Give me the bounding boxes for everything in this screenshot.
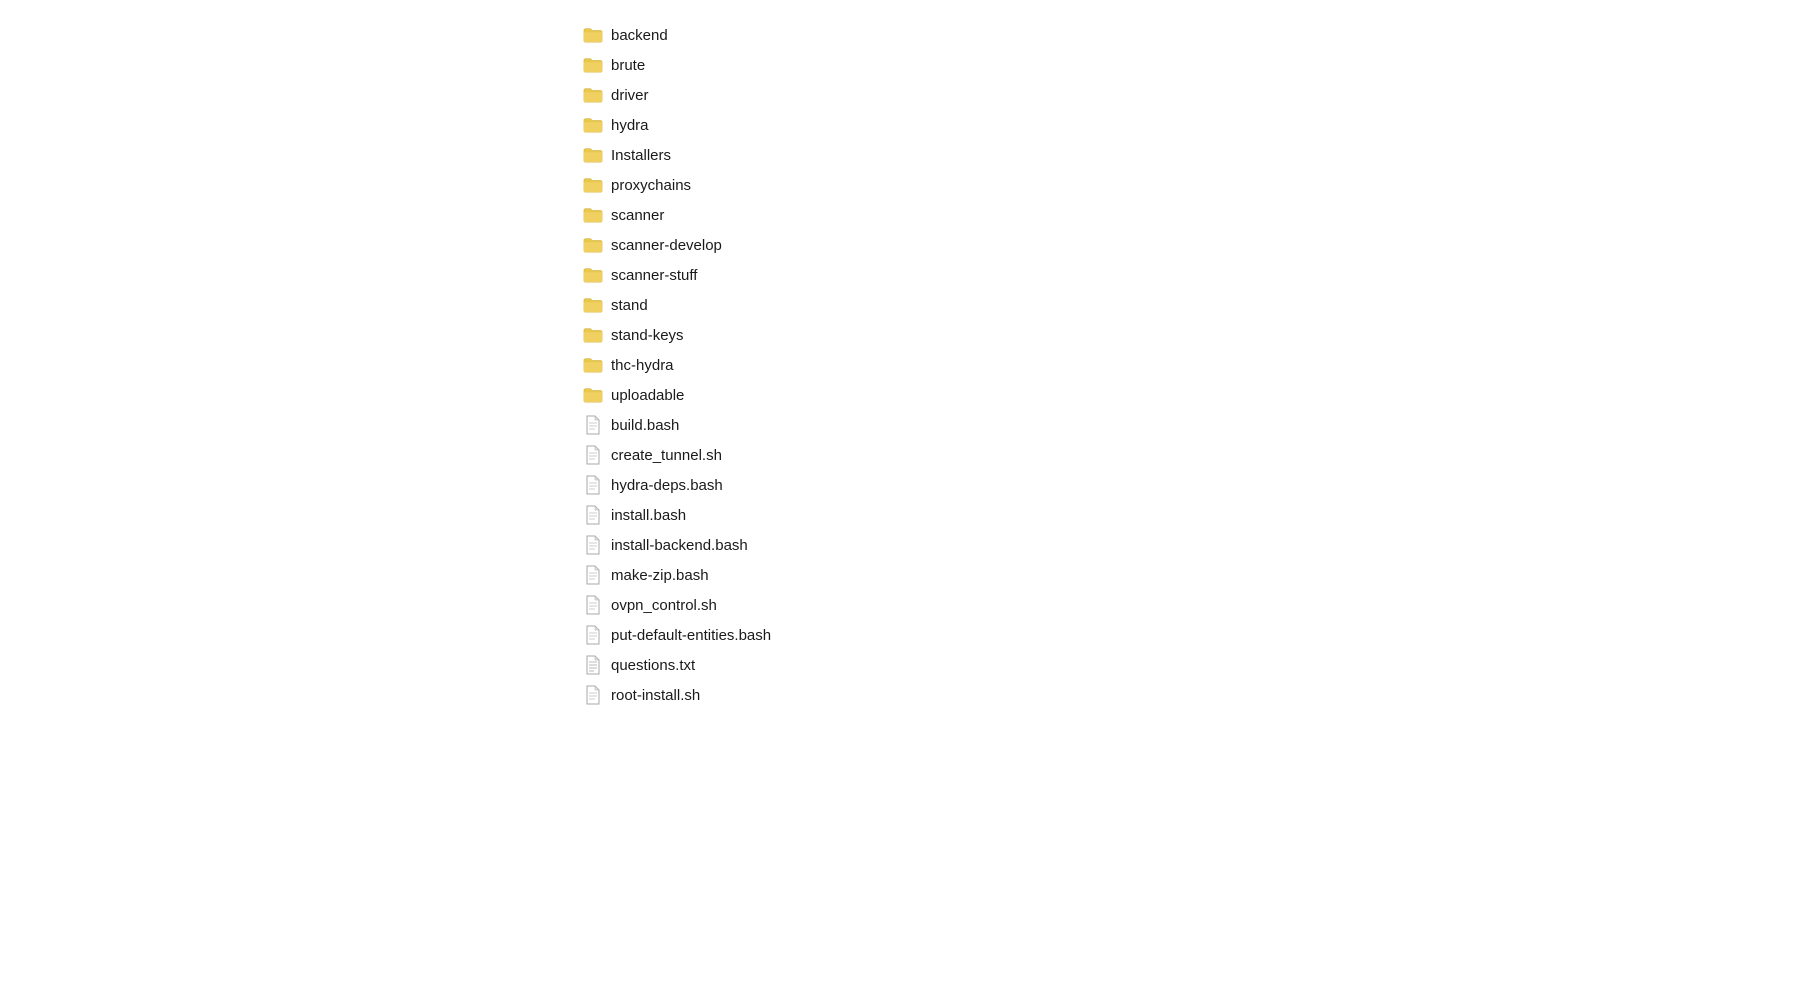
file-icon [583, 445, 603, 465]
folder-icon [583, 85, 603, 105]
folder-icon [583, 265, 603, 285]
file-icon [583, 595, 603, 615]
list-item[interactable]: brute [575, 50, 1800, 80]
list-item[interactable]: uploadable [575, 380, 1800, 410]
file-icon [583, 415, 603, 435]
folder-icon [583, 175, 603, 195]
item-label: driver [611, 87, 649, 104]
list-item[interactable]: hydra-deps.bash [575, 470, 1800, 500]
item-label: uploadable [611, 387, 684, 404]
item-label: questions.txt [611, 657, 695, 674]
list-item[interactable]: create_tunnel.sh [575, 440, 1800, 470]
file-list: backend brute driver hydra Installers pr… [0, 0, 1800, 730]
item-label: install-backend.bash [611, 537, 748, 554]
item-label: Installers [611, 147, 671, 164]
item-label: scanner-develop [611, 237, 722, 254]
item-label: scanner [611, 207, 664, 224]
folder-icon [583, 355, 603, 375]
file-icon [583, 685, 603, 705]
folder-icon [583, 205, 603, 225]
list-item[interactable]: scanner-stuff [575, 260, 1800, 290]
folder-icon [583, 115, 603, 135]
list-item[interactable]: stand-keys [575, 320, 1800, 350]
list-item[interactable]: stand [575, 290, 1800, 320]
list-item[interactable]: root-install.sh [575, 680, 1800, 710]
list-item[interactable]: install.bash [575, 500, 1800, 530]
file-icon [583, 625, 603, 645]
item-label: stand [611, 297, 648, 314]
item-label: root-install.sh [611, 687, 700, 704]
item-label: hydra [611, 117, 649, 134]
list-item[interactable]: thc-hydra [575, 350, 1800, 380]
list-item[interactable]: questions.txt [575, 650, 1800, 680]
folder-icon [583, 295, 603, 315]
folder-icon [583, 235, 603, 255]
item-label: put-default-entities.bash [611, 627, 771, 644]
item-label: thc-hydra [611, 357, 674, 374]
file-icon [583, 535, 603, 555]
folder-icon [583, 385, 603, 405]
item-label: build.bash [611, 417, 679, 434]
folder-icon [583, 25, 603, 45]
folder-icon [583, 325, 603, 345]
item-label: install.bash [611, 507, 686, 524]
file-icon [583, 475, 603, 495]
item-label: scanner-stuff [611, 267, 697, 284]
item-label: brute [611, 57, 645, 74]
folder-icon [583, 55, 603, 75]
list-item[interactable]: backend [575, 20, 1800, 50]
list-item[interactable]: driver [575, 80, 1800, 110]
file-icon [583, 505, 603, 525]
list-item[interactable]: Installers [575, 140, 1800, 170]
file-icon [583, 565, 603, 585]
list-item[interactable]: build.bash [575, 410, 1800, 440]
list-item[interactable]: put-default-entities.bash [575, 620, 1800, 650]
item-label: make-zip.bash [611, 567, 709, 584]
list-item[interactable]: make-zip.bash [575, 560, 1800, 590]
item-label: ovpn_control.sh [611, 597, 717, 614]
file-text-icon [583, 655, 603, 675]
item-label: backend [611, 27, 668, 44]
list-item[interactable]: install-backend.bash [575, 530, 1800, 560]
folder-icon [583, 145, 603, 165]
list-item[interactable]: ovpn_control.sh [575, 590, 1800, 620]
list-item[interactable]: hydra [575, 110, 1800, 140]
item-label: stand-keys [611, 327, 684, 344]
list-item[interactable]: proxychains [575, 170, 1800, 200]
item-label: create_tunnel.sh [611, 447, 722, 464]
list-item[interactable]: scanner [575, 200, 1800, 230]
item-label: proxychains [611, 177, 691, 194]
list-item[interactable]: scanner-develop [575, 230, 1800, 260]
item-label: hydra-deps.bash [611, 477, 723, 494]
